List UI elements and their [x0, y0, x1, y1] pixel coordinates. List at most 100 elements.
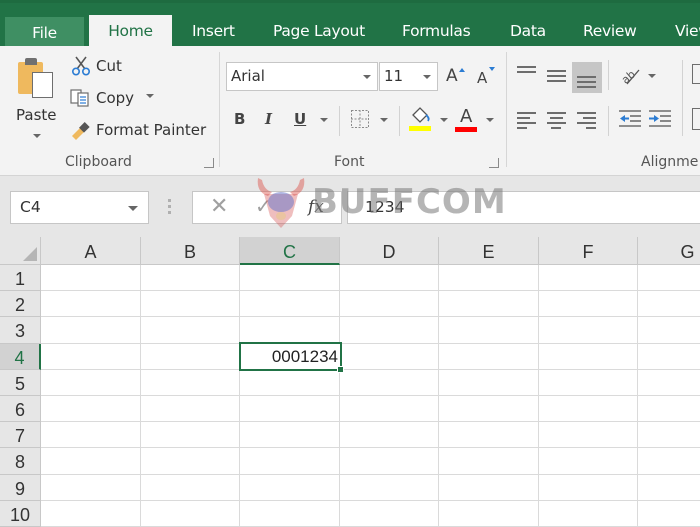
clipboard-group-label: Clipboard: [65, 154, 132, 170]
row-header-5[interactable]: 5: [0, 369, 41, 396]
tab-page-layout[interactable]: Page Layout: [273, 15, 365, 49]
merge-center-button[interactable]: [692, 108, 700, 130]
row-header-9[interactable]: 9: [0, 474, 41, 501]
font-color-icon: A: [460, 106, 473, 127]
name-box-value: C4: [20, 198, 41, 216]
tab-file[interactable]: File: [5, 17, 84, 49]
grid-row-line: [41, 395, 700, 396]
italic-button[interactable]: I: [265, 110, 272, 128]
underline-button[interactable]: U: [294, 110, 306, 128]
select-all-button[interactable]: [0, 237, 41, 265]
underline-dropdown-caret[interactable]: [320, 118, 328, 122]
tab-review[interactable]: Review: [583, 15, 637, 49]
grid-column-line: [438, 265, 439, 527]
tab-home[interactable]: Home: [89, 15, 172, 49]
copy-button[interactable]: Copy: [70, 86, 155, 110]
tab-view[interactable]: View: [675, 15, 700, 49]
grid-column-line: [538, 265, 539, 527]
top-align-button[interactable]: [517, 66, 537, 82]
paste-icon: [18, 56, 60, 104]
fill-handle[interactable]: [337, 366, 344, 373]
column-header-a[interactable]: A: [41, 237, 141, 265]
separator: [608, 106, 609, 136]
paste-label: Paste: [16, 106, 57, 124]
separator: [399, 106, 400, 136]
separator: [608, 60, 609, 90]
active-cell-c4[interactable]: 0001234: [239, 342, 342, 371]
row-header-7[interactable]: 7: [0, 422, 41, 449]
font-size-value: 11: [384, 67, 404, 85]
column-header-c[interactable]: C: [240, 237, 340, 265]
fill-color-button[interactable]: [409, 106, 433, 132]
wrap-text-button[interactable]: [692, 64, 700, 84]
row-header-2[interactable]: 2: [0, 291, 41, 318]
font-color-dropdown-caret[interactable]: [486, 118, 494, 122]
column-header-e[interactable]: E: [439, 237, 539, 265]
column-header-g[interactable]: G: [638, 237, 700, 265]
row-header-6[interactable]: 6: [0, 396, 41, 423]
shrink-font-icon: A: [477, 69, 488, 87]
increase-font-size-button[interactable]: A: [446, 66, 465, 86]
row-header-4[interactable]: 4: [0, 343, 41, 370]
font-size-dropdown[interactable]: 11: [379, 62, 438, 91]
grid-column-line: [637, 265, 638, 527]
tab-formulas[interactable]: Formulas: [402, 15, 471, 49]
grow-arrow-icon: [459, 68, 465, 72]
column-header-f[interactable]: F: [539, 237, 638, 265]
borders-button[interactable]: [351, 110, 369, 128]
copy-label: Copy: [96, 89, 135, 107]
cancel-icon[interactable]: ✕: [210, 194, 228, 219]
formula-bar: C4 ✕ ✓ fx 1234: [0, 182, 700, 237]
column-header-b[interactable]: B: [141, 237, 240, 265]
cut-label: Cut: [96, 57, 122, 75]
insert-function-icon[interactable]: fx: [308, 197, 324, 217]
bottom-align-button[interactable]: [577, 72, 597, 88]
font-name-dropdown[interactable]: Arial: [226, 62, 378, 91]
align-center-button[interactable]: [547, 112, 567, 129]
format-painter-icon: [70, 120, 92, 140]
grid-row-line: [41, 368, 700, 370]
formula-input[interactable]: 1234: [347, 191, 700, 224]
format-painter-button[interactable]: Format Painter: [70, 118, 206, 142]
middle-align-button[interactable]: [547, 70, 567, 86]
formula-bar-resize-handle[interactable]: [168, 199, 171, 215]
bold-button[interactable]: B: [234, 110, 245, 128]
column-header-d[interactable]: D: [340, 237, 439, 265]
copy-dropdown-caret[interactable]: [146, 94, 155, 98]
font-color-swatch: [455, 127, 477, 132]
orientation-button[interactable]: ab: [619, 64, 656, 87]
grid-column-line: [140, 265, 141, 527]
grid-row-line: [41, 499, 700, 501]
chevron-down-icon: [128, 206, 138, 211]
borders-dropdown-caret[interactable]: [380, 118, 388, 122]
name-box[interactable]: C4: [10, 191, 149, 224]
enter-icon[interactable]: ✓: [255, 194, 272, 218]
clipboard-dialog-launcher[interactable]: [204, 158, 214, 168]
font-color-button[interactable]: A: [455, 106, 479, 132]
row-header-10[interactable]: 10: [0, 500, 41, 527]
grid-row-line: [41, 473, 700, 475]
decrease-indent-icon: [619, 110, 641, 127]
separator: [339, 106, 340, 136]
text-orientation-icon: ab: [619, 68, 640, 87]
chevron-down-icon: [363, 75, 371, 79]
fill-color-swatch: [409, 126, 431, 131]
row-header-8[interactable]: 8: [0, 448, 41, 475]
tab-insert[interactable]: Insert: [192, 15, 235, 49]
decrease-font-size-button[interactable]: A: [477, 67, 495, 87]
align-left-button[interactable]: [517, 112, 537, 129]
font-dialog-launcher[interactable]: [489, 158, 499, 168]
fill-color-dropdown-caret[interactable]: [440, 118, 448, 122]
shrink-arrow-icon: [489, 67, 495, 71]
group-separator: [219, 52, 220, 167]
decrease-indent-button[interactable]: [619, 110, 641, 130]
tab-data[interactable]: Data: [510, 15, 546, 49]
row-header-1[interactable]: 1: [0, 265, 41, 292]
increase-indent-button[interactable]: [649, 110, 671, 130]
cut-button[interactable]: Cut: [70, 54, 122, 78]
ribbon-home: Paste Cut Copy Format Painter Clipboard …: [0, 46, 700, 176]
grid-row-line: [41, 316, 700, 318]
row-header-3[interactable]: 3: [0, 317, 41, 344]
paste-dropdown-caret[interactable]: [33, 134, 41, 138]
align-right-button[interactable]: [577, 112, 597, 129]
